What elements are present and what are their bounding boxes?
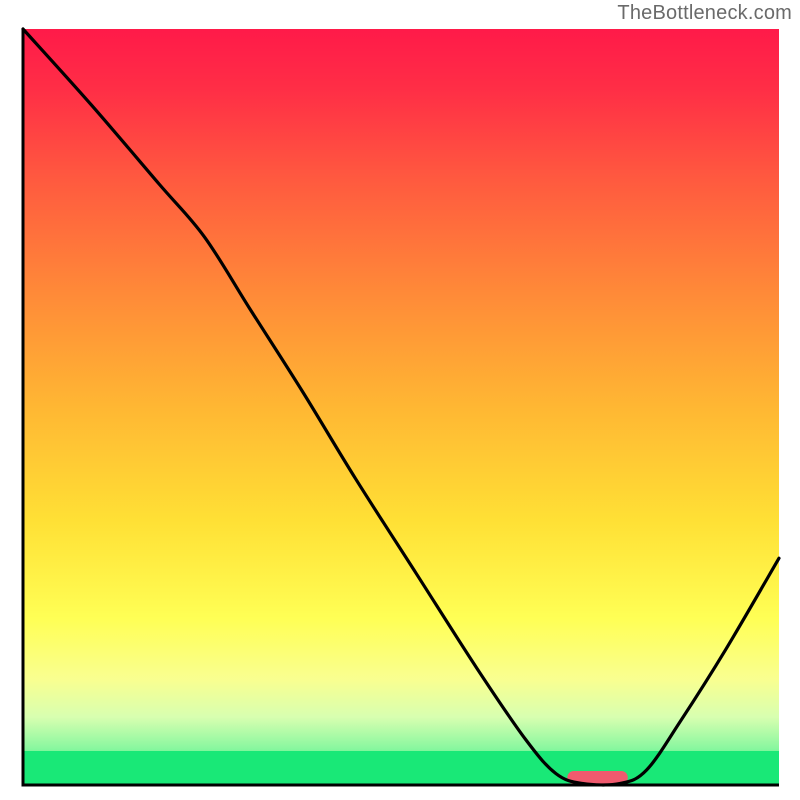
chart-frame: TheBottleneck.com (0, 0, 800, 800)
gradient-background (23, 29, 779, 785)
bottleneck-chart (0, 0, 800, 800)
green-band (23, 751, 779, 785)
